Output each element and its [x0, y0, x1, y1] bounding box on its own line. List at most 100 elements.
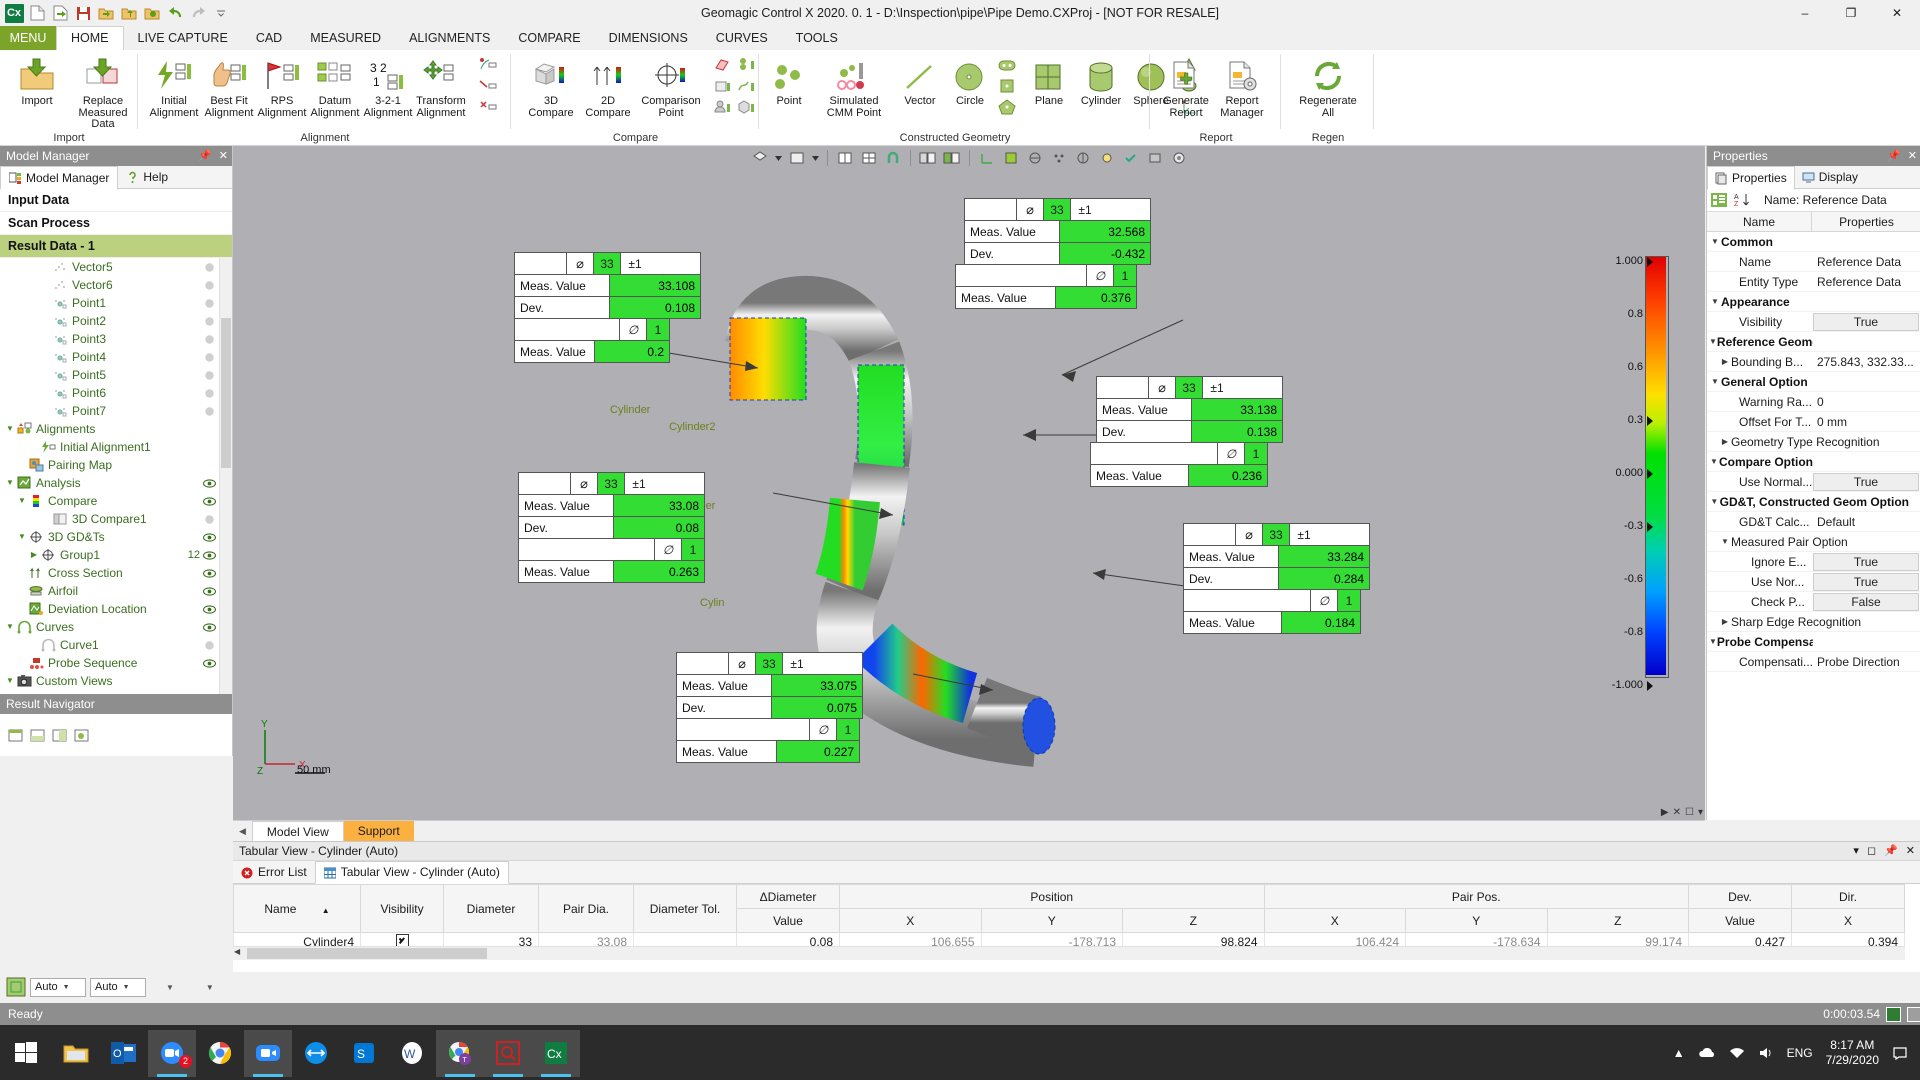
minimize-button[interactable]: –	[1782, 0, 1828, 26]
transform-alignment-button[interactable]: Transform Alignment	[408, 53, 474, 127]
float-icon[interactable]: ◻	[1867, 842, 1876, 860]
visibility-checkbox[interactable]	[395, 933, 409, 947]
tab-display[interactable]: Display	[1795, 166, 1865, 188]
selection-toolbar[interactable]: Auto ▼ Auto ▼ ▼ ▼	[0, 971, 238, 1003]
tabular-hscroll-thumb[interactable]	[247, 948, 487, 959]
viewport-toolbar[interactable]	[233, 146, 1705, 170]
property-row-geometry-type-recognition[interactable]: ▶ Geometry Type Recognition	[1707, 432, 1920, 452]
quick-access-toolbar[interactable]: Cx	[4, 2, 231, 24]
callout-bottom-form[interactable]: ∅ 1 Meas. Value 0.227	[676, 718, 860, 763]
toolbar-overflow-2-icon[interactable]: ▼	[206, 983, 214, 992]
property-row-gd-t-constructed-geom-option[interactable]: ▼ GD&T, Constructed Geom Option	[1707, 492, 1920, 512]
property-value[interactable]: Reference Data	[1813, 275, 1920, 289]
property-row-use-normal[interactable]: Use Normal... True	[1707, 472, 1920, 492]
tab-tabular-view[interactable]: Tabular View - Cylinder (Auto)	[314, 861, 509, 884]
expander-collapse-icon[interactable]: ▼	[4, 618, 16, 636]
view-shade-icon[interactable]	[1144, 147, 1166, 169]
undo-icon[interactable]	[165, 3, 185, 23]
model-tree[interactable]: Vector5 Vector6 Point1 Point2 Point3 Point4 Po…	[0, 258, 232, 731]
selection-mode-combo[interactable]: Auto ▼	[30, 977, 86, 997]
system-tray[interactable]: ▲ ENG 8:17 AM 7/29/2020	[1673, 1025, 1920, 1080]
open-folder-icon[interactable]	[96, 3, 116, 23]
view-layout2-icon[interactable]	[941, 147, 963, 169]
viewport-close-icon[interactable]: ✕	[1673, 807, 1681, 818]
property-value[interactable]: False	[1813, 592, 1919, 611]
col-pair-dia[interactable]: Pair Dia.	[538, 884, 634, 933]
qat-more-icon[interactable]	[211, 3, 231, 23]
visibility-dot-icon[interactable]	[203, 405, 216, 418]
word-icon[interactable]: W	[388, 1030, 436, 1077]
simulated-cmm-point-button[interactable]: Simulated CMM Point	[814, 53, 894, 127]
property-row-bounding-b[interactable]: ▶ Bounding B... 275.843, 332.33...	[1707, 352, 1920, 372]
property-value[interactable]: True	[1813, 572, 1919, 591]
col-pair-pos[interactable]: Pair Pos.	[1263, 884, 1689, 909]
expander-expand-icon[interactable]: ▶	[1719, 437, 1731, 446]
slot-icon[interactable]	[996, 54, 1018, 75]
import-button[interactable]: Import	[4, 53, 70, 127]
tree-item-compare[interactable]: ▼ Compare	[0, 492, 232, 510]
callout-top-form[interactable]: ∅ 1 Meas. Value 0.376	[955, 264, 1137, 309]
properties-subbar[interactable]: AZ Name: Reference Data	[1707, 189, 1920, 212]
teamviewer-icon[interactable]	[292, 1030, 340, 1077]
expander-collapse-icon[interactable]: ▼	[1719, 537, 1731, 546]
new-icon[interactable]	[27, 3, 47, 23]
view-grid2-icon[interactable]	[858, 147, 880, 169]
compare-small-box-icon[interactable]	[712, 75, 734, 96]
chevron-down-icon[interactable]: ▾	[1853, 842, 1859, 860]
tree-item-3d-compare1[interactable]: 3D Compare1	[0, 510, 232, 528]
pin-icon[interactable]: 📌	[1887, 146, 1901, 166]
pin-icon[interactable]: 📌	[1884, 842, 1898, 860]
result-navigator-body[interactable]	[0, 714, 232, 756]
visibility-eye-icon[interactable]	[203, 477, 216, 490]
search-app-icon[interactable]	[484, 1029, 532, 1077]
az-sort-icon[interactable]: AZ	[1734, 192, 1750, 208]
action-center-icon[interactable]	[1892, 1046, 1908, 1060]
expander-collapse-icon[interactable]: ▼	[16, 492, 28, 510]
expander-collapse-icon[interactable]: ▼	[1709, 377, 1721, 386]
point-button[interactable]: Point	[764, 53, 814, 127]
geometry-small-col[interactable]	[996, 54, 1018, 117]
view-box-dropdown[interactable]	[810, 147, 821, 169]
property-row-name[interactable]: Name Reference Data	[1707, 252, 1920, 272]
visibility-dot-icon[interactable]	[203, 369, 216, 382]
align-small-1-icon[interactable]	[477, 54, 499, 75]
taskbar-apps[interactable]: O 2 S W T Cx	[52, 1029, 580, 1077]
expander-expand-icon[interactable]: ▶	[1719, 617, 1731, 626]
property-row-ignore-e[interactable]: Ignore E... True	[1707, 552, 1920, 572]
network-icon[interactable]	[1729, 1046, 1745, 1060]
col-diameter[interactable]: Diameter	[443, 884, 539, 933]
visibility-eye-icon[interactable]	[203, 495, 216, 508]
col-name[interactable]: Name ▲	[233, 884, 361, 933]
property-value[interactable]: 275.843, 332.33...	[1813, 355, 1920, 369]
tab-support[interactable]: Support	[343, 821, 414, 841]
tree-item-vector6[interactable]: Vector6	[0, 276, 232, 294]
visibility-eye-icon[interactable]	[203, 531, 216, 544]
tab-compare[interactable]: COMPARE	[504, 26, 594, 50]
callout-right[interactable]: ⌀ 33 ±1 Meas. Value 33.138 Dev. 0.138	[1096, 376, 1283, 443]
vector-button[interactable]: Vector	[895, 53, 945, 127]
compare-small-poly-icon[interactable]	[736, 96, 758, 117]
tabular-grid-wrap[interactable]: Name ▲ Visibility Diameter Pair Dia. Dia…	[233, 884, 1920, 960]
visibility-dot-icon[interactable]	[203, 639, 216, 652]
visibility-eye-icon[interactable]	[203, 567, 216, 580]
property-value[interactable]: 0	[1813, 395, 1920, 409]
tab-dimensions[interactable]: DIMENSIONS	[595, 26, 702, 50]
chrome-icon[interactable]	[196, 1030, 244, 1077]
panel-buttons[interactable]: 📌 ✕	[1887, 146, 1917, 166]
col-delta-diameter[interactable]: ΔDiameter	[736, 884, 840, 909]
visibility-dot-icon[interactable]	[203, 297, 216, 310]
chevron-down-icon[interactable]: ▼	[123, 984, 130, 991]
viewport-corner-controls[interactable]: ▶ ✕ ☐ ▾	[1661, 807, 1703, 818]
skype-icon[interactable]: S	[340, 1030, 388, 1077]
properties-rows[interactable]: ▼ Common Name Reference Data Entity Type Refe…	[1707, 232, 1920, 672]
tree-item-group1[interactable]: ▶ Group1 12	[0, 546, 232, 564]
property-row-measured-pair-option[interactable]: ▼ Measured Pair Option	[1707, 532, 1920, 552]
file-explorer-icon[interactable]	[52, 1030, 100, 1077]
expander-expand-icon[interactable]: ▶	[28, 546, 40, 564]
compare-small-mesh-icon[interactable]	[712, 54, 734, 75]
alignment-small-buttons[interactable]	[477, 54, 499, 117]
view-grid1-icon[interactable]	[834, 147, 856, 169]
visibility-dot-icon[interactable]	[203, 315, 216, 328]
view-shape-icon[interactable]	[749, 147, 771, 169]
tab-curves[interactable]: CURVES	[702, 26, 782, 50]
